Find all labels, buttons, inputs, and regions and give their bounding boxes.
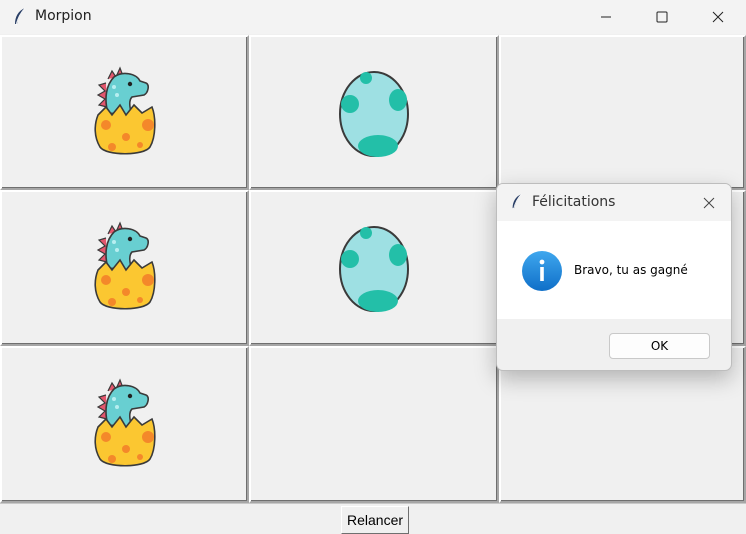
dialog-title: Félicitations xyxy=(532,194,616,210)
minimize-button[interactable] xyxy=(578,0,634,34)
board-cell[interactable] xyxy=(249,346,499,503)
dialog-titlebar: Félicitations xyxy=(497,184,731,221)
minimize-icon xyxy=(601,16,611,18)
restart-button[interactable]: Relancer xyxy=(341,506,409,534)
close-button[interactable] xyxy=(690,0,746,34)
egg-piece xyxy=(336,219,412,317)
dino-in-egg-icon xyxy=(93,221,156,310)
dino-piece xyxy=(90,218,160,318)
dialog-message: Bravo, tu as gagné xyxy=(574,263,688,277)
close-icon xyxy=(703,197,715,208)
dialog-body: Bravo, tu as gagné xyxy=(497,221,731,319)
dino-piece xyxy=(90,375,160,475)
window-titlebar: Morpion xyxy=(0,0,746,34)
dialog-close-button[interactable] xyxy=(687,184,731,221)
window-title: Morpion xyxy=(35,8,92,24)
maximize-button[interactable] xyxy=(634,0,690,34)
ok-button[interactable]: OK xyxy=(609,333,710,359)
board-cell[interactable] xyxy=(249,35,499,190)
board-cell[interactable] xyxy=(0,190,249,346)
egg-icon xyxy=(339,226,409,312)
board-cell[interactable] xyxy=(0,346,249,503)
dino-in-egg-icon xyxy=(93,377,156,467)
board-cell[interactable] xyxy=(0,35,249,190)
feather-icon xyxy=(15,7,26,26)
close-icon xyxy=(712,11,724,23)
dino-in-egg-icon xyxy=(93,65,156,155)
egg-icon xyxy=(339,70,409,157)
egg-piece xyxy=(336,64,412,162)
dino-piece xyxy=(90,63,160,163)
feather-icon xyxy=(512,193,522,210)
info-icon xyxy=(522,251,562,291)
board-cell[interactable] xyxy=(249,190,499,346)
maximize-icon xyxy=(656,11,668,23)
congratulations-dialog: Félicitations Bravo, tu as gagné OK xyxy=(496,183,732,371)
footer-bar: Relancer xyxy=(0,503,746,534)
board-cell[interactable] xyxy=(499,35,746,190)
